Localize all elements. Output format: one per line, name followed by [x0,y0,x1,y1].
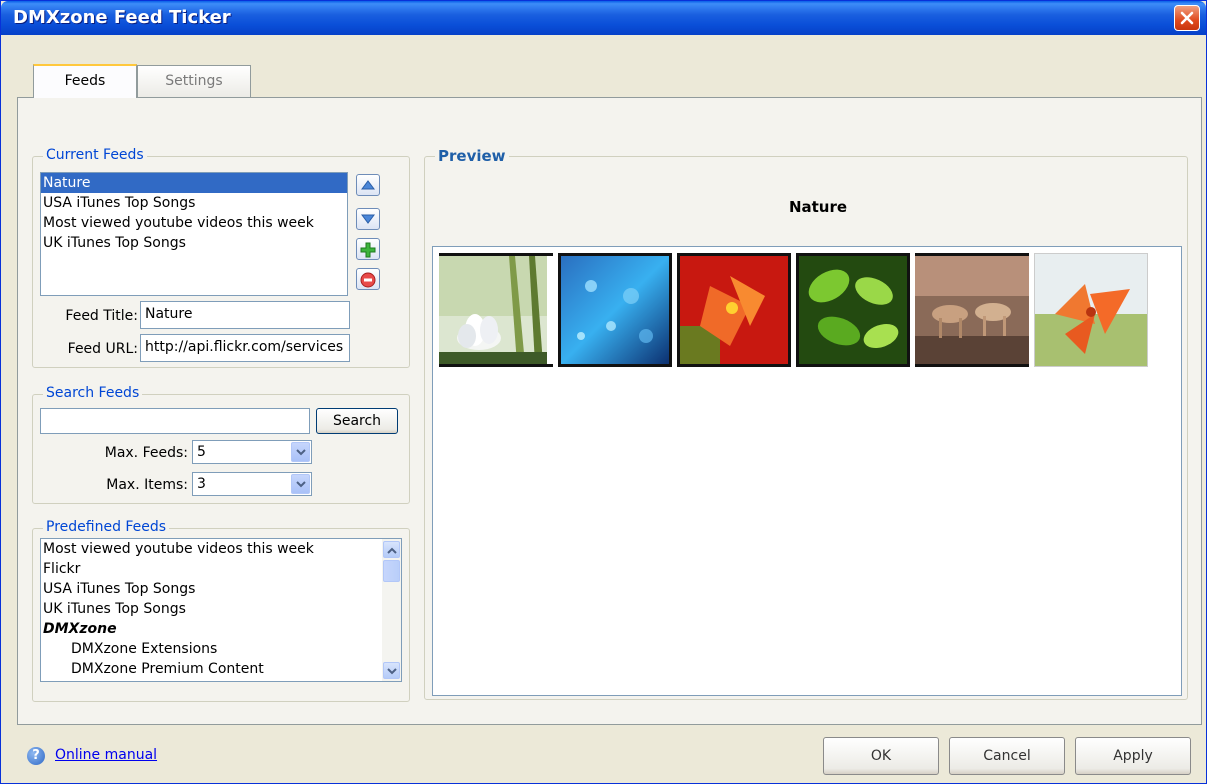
remove-feed-button[interactable] [356,268,380,290]
tab-settings-label: Settings [165,73,223,89]
max-feeds-dropdown-button[interactable] [291,442,310,462]
chevron-down-icon [387,668,397,675]
apply-button-label: Apply [1113,748,1153,764]
scroll-thumb[interactable] [383,560,400,582]
search-button[interactable]: Search [316,408,398,434]
chevron-up-icon [387,547,397,554]
online-manual-link[interactable]: Online manual [55,747,157,763]
current-feed-item[interactable]: USA iTunes Top Songs [41,193,347,213]
white-flower-image [439,256,547,364]
dogs-image [915,256,1029,364]
orange-blossom-image [1035,254,1147,366]
predefined-feed-item[interactable]: Most viewed youtube videos this week [41,539,401,559]
close-button[interactable] [1174,5,1200,31]
dialog-window: DMXzone Feed Ticker Feeds Settings Curre… [0,0,1207,784]
preview-area [432,246,1182,696]
move-up-button[interactable] [356,174,380,196]
orange-blossom-photo[interactable] [1034,253,1148,367]
window-title: DMXzone Feed Ticker [13,7,231,28]
blue-water-drops-photo[interactable] [558,253,672,367]
blue-water-image [561,256,669,364]
tab-feeds-label: Feeds [64,73,106,89]
chevron-down-icon [296,449,306,456]
predefined-feed-item[interactable]: Flickr [41,559,401,579]
predefined-feeds-scrollbar[interactable] [382,539,401,681]
arrow-down-icon [361,214,375,224]
ok-button-label: OK [870,748,892,764]
max-items-select[interactable]: 3 [192,472,312,496]
chevron-down-icon [296,481,306,488]
cancel-button[interactable]: Cancel [949,737,1065,775]
feed-title-input[interactable]: Nature [140,301,350,329]
feed-url-input[interactable]: http://api.flickr.com/services [140,334,350,362]
add-feed-button[interactable] [356,238,380,260]
current-feed-item[interactable]: Most viewed youtube videos this week [41,213,347,233]
green-leaves-image [799,256,907,364]
red-flower-image [680,256,788,364]
search-button-label: Search [332,413,382,429]
feeds-tab-panel: Current Feeds Nature USA iTunes Top Song… [17,97,1202,725]
plus-icon [360,242,376,258]
tab-settings[interactable]: Settings [137,65,251,97]
apply-button[interactable]: Apply [1075,737,1191,775]
tab-feeds[interactable]: Feeds [33,64,137,98]
cancel-button-label: Cancel [983,748,1031,764]
max-items-dropdown-button[interactable] [291,474,310,494]
close-icon [1180,11,1194,25]
current-feeds-list[interactable]: Nature USA iTunes Top Songs Most viewed … [40,172,348,296]
current-feed-item[interactable]: Nature [41,173,347,193]
predefined-feed-group-header[interactable]: DMXzone [41,619,401,639]
feed-url-label: Feed URL: [67,341,138,357]
arrow-up-icon [361,180,375,190]
predefined-feed-item[interactable]: UK iTunes Top Songs [41,599,401,619]
max-feeds-value: 5 [197,444,206,460]
feed-title-label: Feed Title: [65,308,138,324]
max-items-value: 3 [197,476,206,492]
scroll-down-button[interactable] [383,662,400,679]
red-orange-flower-photo[interactable] [677,253,791,367]
white-flower-photo[interactable] [439,253,553,367]
preview-legend: Preview [435,147,509,165]
minus-circle-icon [360,272,376,288]
search-input[interactable] [40,408,310,434]
current-feeds-legend: Current Feeds [43,147,147,163]
move-down-button[interactable] [356,208,380,230]
green-leaves-photo[interactable] [796,253,910,367]
search-feeds-legend: Search Feeds [43,385,143,401]
scroll-up-button[interactable] [383,541,400,558]
predefined-feeds-list[interactable]: Most viewed youtube videos this week Fli… [40,538,402,682]
ok-button[interactable]: OK [823,737,939,775]
predefined-feed-item[interactable]: USA iTunes Top Songs [41,579,401,599]
max-items-label: Max. Items: [106,477,188,493]
max-feeds-label: Max. Feeds: [104,445,188,461]
predefined-feed-item[interactable]: DMXzone Extensions [41,639,401,659]
current-feed-item[interactable]: UK iTunes Top Songs [41,233,347,253]
dialog-client-area: Feeds Settings Current Feeds Nature USA … [5,35,1202,781]
help-icon[interactable]: ? [27,747,45,765]
dogs-running-photo[interactable] [915,253,1029,367]
predefined-feeds-legend: Predefined Feeds [43,519,170,535]
predefined-feed-item[interactable]: DMXzone Premium Content [41,659,401,679]
title-bar[interactable]: DMXzone Feed Ticker [1,1,1206,35]
preview-feed-title: Nature [788,198,848,216]
max-feeds-select[interactable]: 5 [192,440,312,464]
